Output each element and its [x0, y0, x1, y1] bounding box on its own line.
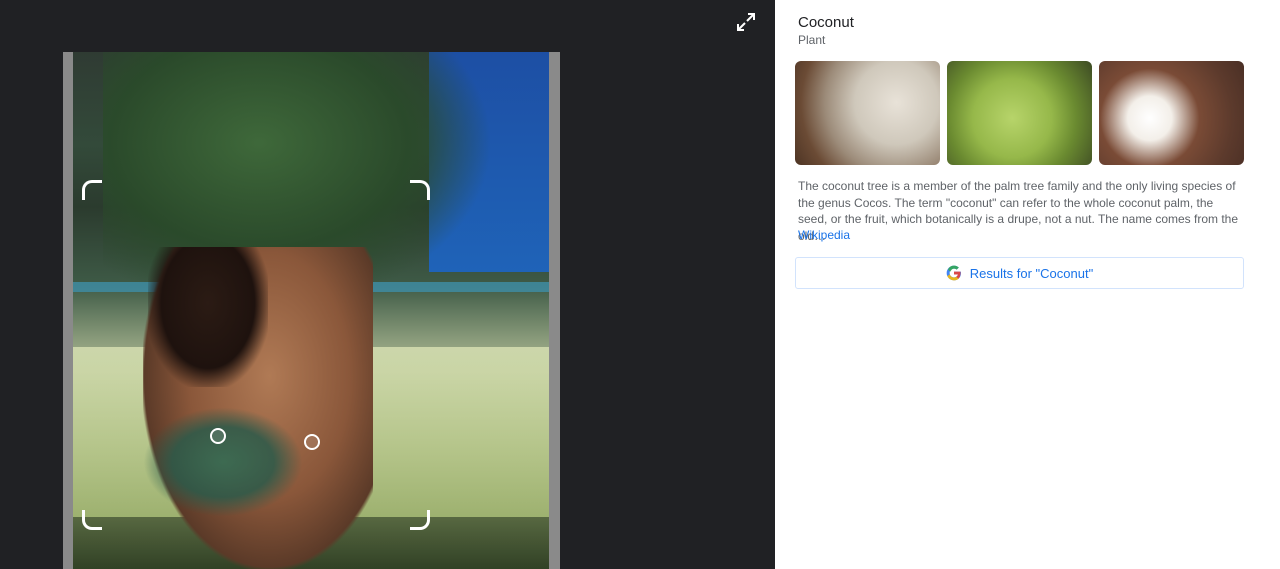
crop-handle-bottom-left[interactable] — [82, 510, 102, 530]
entity-title: Coconut — [798, 14, 854, 31]
results-button-label: Results for "Coconut" — [969, 265, 1094, 281]
crop-handle-top-right[interactable] — [410, 180, 430, 200]
thumbnail-3[interactable] — [1099, 61, 1244, 165]
object-dot-2[interactable] — [304, 434, 320, 450]
entity-subtitle: Plant — [798, 33, 826, 47]
entity-description: The coconut tree is a member of the palm… — [798, 179, 1239, 243]
knowledge-panel: Coconut Plant The coconut tree is a memb… — [775, 0, 1280, 569]
crop-handle-top-left[interactable] — [82, 180, 102, 200]
expand-icon — [737, 13, 755, 31]
crop-handle-bottom-right[interactable] — [410, 510, 430, 530]
image-viewer — [0, 0, 775, 569]
image-thumbnails — [795, 61, 1244, 165]
results-button[interactable]: Results for "Coconut" — [795, 257, 1244, 289]
thumbnail-1[interactable] — [795, 61, 940, 165]
expand-button[interactable] — [734, 10, 758, 34]
crop-selection-box[interactable] — [82, 180, 430, 530]
object-dot-1[interactable] — [210, 428, 226, 444]
wikipedia-link[interactable]: Wikipedia — [798, 228, 850, 242]
google-g-icon — [946, 265, 961, 281]
thumbnail-2[interactable] — [947, 61, 1092, 165]
